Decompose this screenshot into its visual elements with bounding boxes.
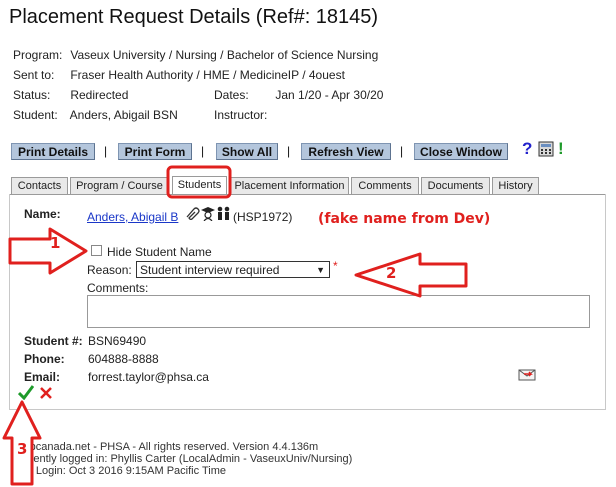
phone-label: Phone: [24, 352, 65, 366]
arrow-2-icon [354, 252, 468, 298]
annotation-number-2: 2 [386, 264, 397, 282]
email-value: forrest.taylor@phsa.ca [88, 370, 209, 384]
name-label: Name: [24, 207, 61, 221]
dropdown-arrow-icon: ▼ [316, 265, 325, 275]
alert-icon[interactable]: ! [558, 139, 564, 159]
tab-divider [9, 194, 605, 195]
arrow-1-icon [8, 227, 88, 275]
refresh-view-button[interactable]: Refresh View [301, 143, 391, 160]
fake-name-note: (fake name from Dev) [318, 211, 491, 227]
tab-contacts[interactable]: Contacts [11, 177, 68, 194]
student-name-row: Anders, Abigail B [87, 210, 178, 224]
status-label: Status: [13, 88, 51, 102]
sent-to-label: Sent to: [13, 68, 55, 82]
program-row: Program: Vaseux University / Nursing / B… [13, 48, 378, 62]
student-label: Student: [13, 108, 58, 122]
tab-placement-information[interactable]: Placement Information [230, 177, 349, 194]
calculator-icon[interactable] [538, 141, 554, 157]
footer-last-login: Last Login: Oct 3 2016 9:15AM Pacific Ti… [12, 465, 227, 477]
paperclip-icon[interactable] [186, 207, 200, 220]
instructor-row: Instructor: [214, 108, 267, 122]
save-check-icon[interactable] [18, 385, 34, 400]
status-value: Redirected [70, 88, 129, 102]
sent-to-row: Sent to: Fraser Health Authority / HME /… [13, 68, 345, 82]
tab-program-course[interactable]: Program / Course [70, 177, 169, 194]
sent-to-value: Fraser Health Authority / HME / Medicine… [70, 68, 345, 82]
graduate-icon[interactable] [201, 207, 215, 221]
hide-student-name-checkbox[interactable] [91, 245, 102, 256]
program-value: Vaseux University / Nursing / Bachelor o… [70, 48, 379, 62]
panel-border-left [9, 194, 10, 410]
reason-label: Reason: [87, 263, 132, 277]
panel-border-right [605, 194, 606, 410]
toolbar-separator: | [400, 144, 404, 158]
help-icon[interactable]: ? [522, 139, 532, 159]
print-details-button[interactable]: Print Details [11, 143, 95, 160]
reason-select[interactable]: Student interview required ▼ [136, 261, 330, 278]
hide-student-name-label: Hide Student Name [107, 245, 212, 259]
student-tools-icons [186, 206, 230, 221]
reason-selected-value: Student interview required [140, 263, 280, 277]
comments-textarea[interactable] [87, 295, 590, 328]
people-icon[interactable] [217, 206, 230, 220]
student-value: Anders, Abigail BSN [69, 108, 178, 122]
footer-logged-in: Currently logged in: Phyllis Carter (Loc… [12, 453, 353, 465]
tab-documents[interactable]: Documents [421, 177, 490, 194]
phone-value: 604888-8888 [88, 352, 159, 366]
student-name-link[interactable]: Anders, Abigail B [87, 210, 178, 224]
dates-value: Jan 1/20 - Apr 30/20 [275, 88, 384, 102]
print-form-button[interactable]: Print Form [118, 143, 192, 160]
page-title: Placement Request Details (Ref#: 18145) [9, 6, 379, 28]
email-label: Email: [24, 370, 61, 384]
email-envelope-icon[interactable] [518, 369, 536, 381]
comments-label: Comments: [87, 281, 149, 295]
toolbar-separator: | [104, 144, 108, 158]
close-window-button[interactable]: Close Window [414, 143, 508, 160]
tab-comments[interactable]: Comments [351, 177, 419, 194]
footer-copyright: hspcanada.net - PHSA - All rights reserv… [18, 441, 319, 453]
student-number-label: Student #: [24, 334, 83, 348]
tab-history[interactable]: History [492, 177, 539, 194]
panel-border-bottom [9, 409, 606, 410]
student-number-value: BSN69490 [88, 334, 147, 348]
toolbar-separator: | [287, 144, 291, 158]
dates-row: Dates: Jan 1/20 - Apr 30/20 [214, 88, 383, 102]
cancel-x-icon[interactable] [40, 387, 52, 399]
hsp-id: (HSP1972) [233, 210, 293, 224]
annotation-number-3: 3 [17, 440, 28, 458]
instructor-label: Instructor: [214, 108, 268, 122]
show-all-button[interactable]: Show All [216, 143, 278, 160]
required-marker: * [333, 259, 338, 273]
tab-students[interactable]: Students [172, 176, 227, 195]
status-row: Status: Redirected [13, 88, 128, 102]
annotation-number-1: 1 [50, 234, 61, 252]
toolbar-separator: | [201, 144, 205, 158]
program-label: Program: [13, 48, 63, 62]
dates-label: Dates: [214, 88, 249, 102]
student-row: Student: Anders, Abigail BSN [13, 108, 178, 122]
